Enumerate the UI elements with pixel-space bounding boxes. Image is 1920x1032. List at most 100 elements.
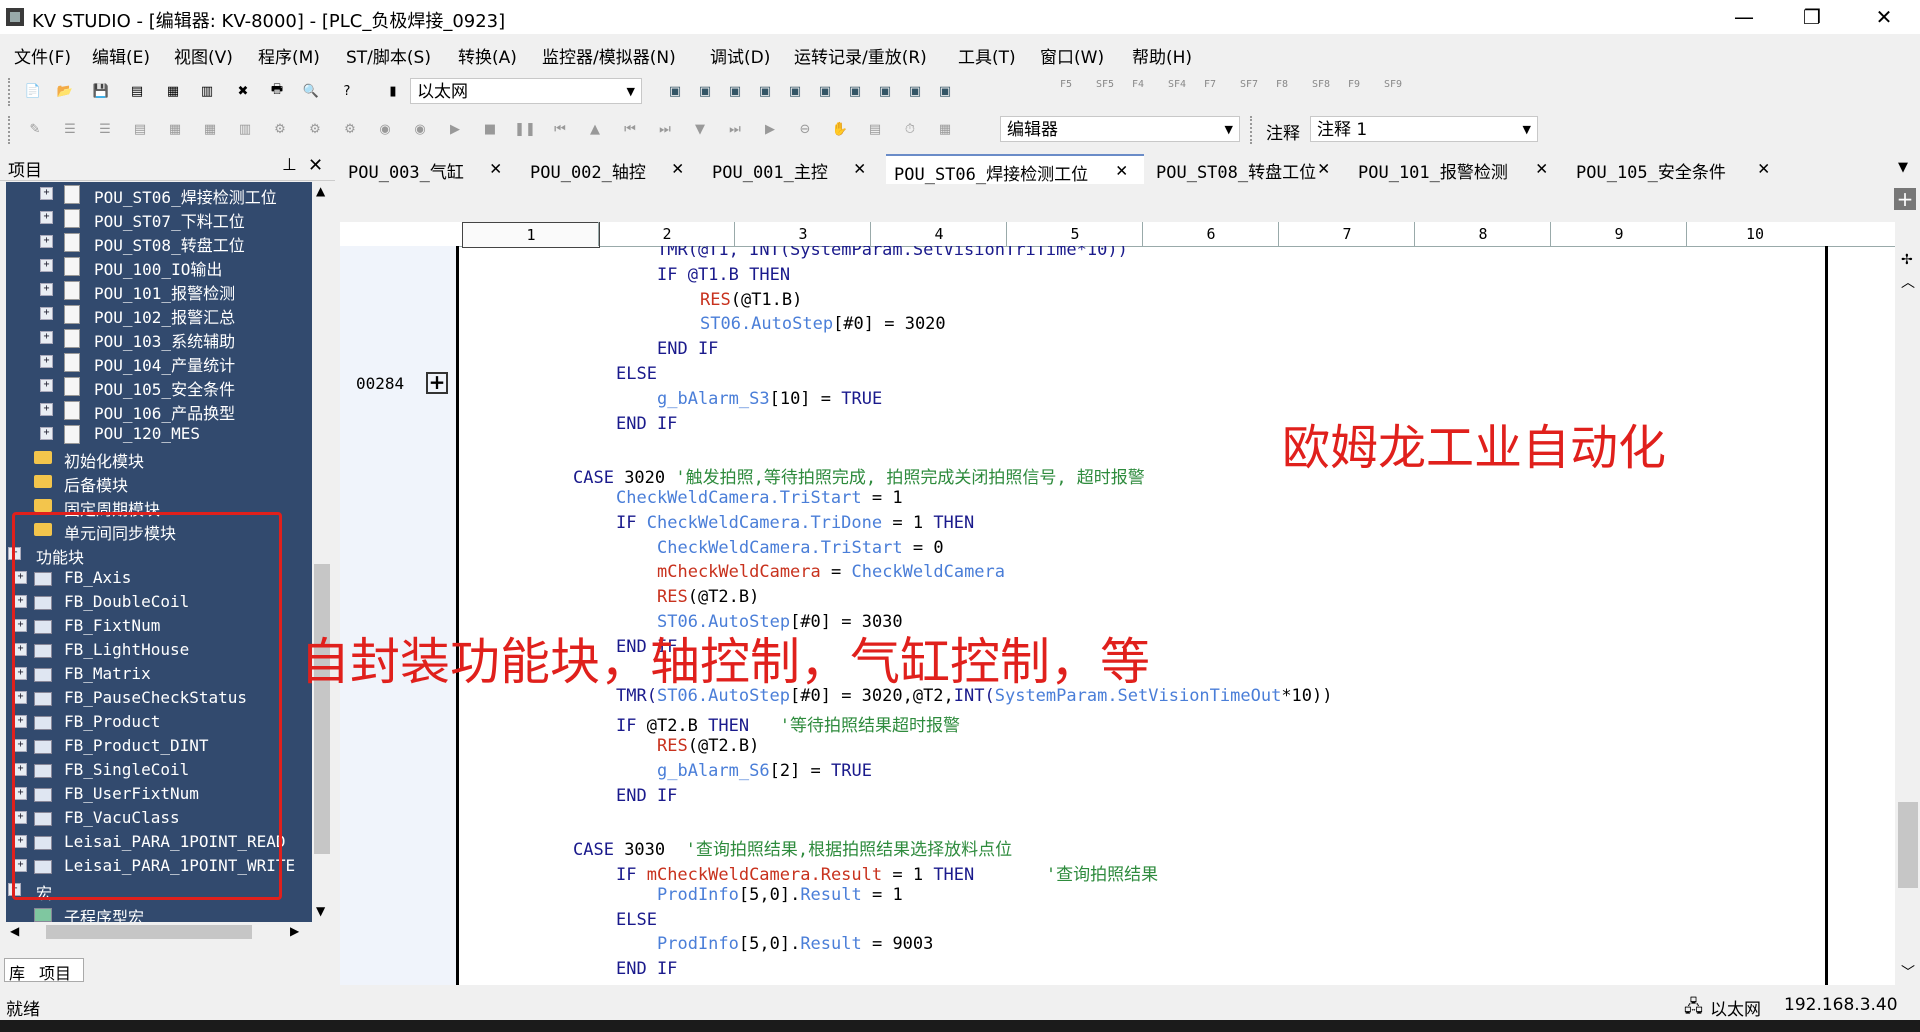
toolbar-tool-icon[interactable]: ☰ bbox=[94, 118, 116, 140]
tree-item[interactable]: + POU_102_报警汇总 bbox=[6, 302, 312, 327]
expand-icon[interactable]: + bbox=[40, 307, 53, 320]
toolbar-tool-icon[interactable]: ▶ bbox=[444, 118, 466, 140]
function-key-button[interactable]: F8 bbox=[1276, 79, 1288, 90]
toolbar-tool-icon[interactable]: ▶ bbox=[759, 118, 781, 140]
code-line[interactable]: g_bAlarm_S6[2] = TRUE bbox=[657, 761, 872, 781]
scroll-right-icon[interactable]: ▶ bbox=[290, 924, 299, 938]
toolbar-tool-icon[interactable]: ▣ bbox=[904, 80, 926, 102]
tab-list-icon[interactable]: ▼ bbox=[1898, 160, 1908, 175]
toolbar-tool-icon[interactable]: ▣ bbox=[874, 80, 896, 102]
code-line[interactable]: CheckWeldCamera.TriStart = 0 bbox=[657, 538, 944, 558]
menu-item-4[interactable]: ST/脚本(S) bbox=[346, 43, 431, 68]
code-line[interactable]: g_bAlarm_S3[10] = TRUE bbox=[657, 389, 882, 409]
tab-6[interactable]: POU_105_安全条件 ✕ bbox=[1568, 154, 1786, 183]
st-code-editor[interactable]: 1 2 3 4 5 6 7 8 9 10 00284 + TMR(@T1, INT(SystemP… bbox=[340, 222, 1895, 985]
toolbar-tool-icon[interactable]: 💾 bbox=[90, 80, 112, 102]
menu-item-9[interactable]: 工具(T) bbox=[958, 43, 1016, 68]
tree-item[interactable]: + POU_103_系统辅助 bbox=[6, 326, 312, 351]
comment-select[interactable]: 注释 1 ▼ bbox=[1310, 116, 1538, 142]
function-key-button[interactable]: F4 bbox=[1132, 79, 1144, 90]
code-line[interactable]: IF @T1.B THEN bbox=[657, 265, 790, 285]
function-key-button[interactable]: SF9 bbox=[1384, 79, 1402, 90]
toolbar-tool-icon[interactable]: ? bbox=[336, 80, 358, 102]
close-icon[interactable]: ✕ bbox=[490, 157, 501, 179]
code-line[interactable]: IF CheckWeldCamera.TriDone = 1 THEN bbox=[616, 513, 974, 533]
expand-icon[interactable]: + bbox=[40, 235, 53, 248]
expand-icon[interactable]: + bbox=[40, 427, 53, 440]
tree-item[interactable]: + POU_ST06_焊接检测工位 bbox=[6, 182, 312, 207]
tab-0[interactable]: POU_003_气缸 ✕ bbox=[340, 154, 518, 183]
toolbar-tool-icon[interactable]: ⏭ bbox=[724, 118, 746, 140]
toolbar-tool-icon[interactable]: ▤ bbox=[126, 80, 148, 102]
toolbar-tool-icon[interactable]: ▦ bbox=[164, 118, 186, 140]
panel-close-button[interactable]: ✕ bbox=[308, 155, 323, 176]
tree-item[interactable]: + POU_104_产量统计 bbox=[6, 350, 312, 375]
function-key-button[interactable]: F7 bbox=[1204, 79, 1216, 90]
toolbar-tool-icon[interactable]: ▣ bbox=[844, 80, 866, 102]
scroll-thumb[interactable] bbox=[1898, 802, 1918, 888]
close-button[interactable]: ✕ bbox=[1856, 0, 1912, 34]
toolbar-tool-icon[interactable]: ▥ bbox=[234, 118, 256, 140]
toolbar-tool-icon[interactable]: ▣ bbox=[694, 80, 716, 102]
editor-vertical-scrollbar[interactable]: ✢ ︿ ﹀ bbox=[1895, 222, 1920, 985]
restore-button[interactable]: ❐ bbox=[1784, 0, 1840, 34]
tab-3[interactable]: POU_ST06_焊接检测工位 ✕ bbox=[886, 154, 1144, 185]
tree-item[interactable]: + POU_100_IO输出 bbox=[6, 254, 312, 279]
tab-4[interactable]: POU_ST08_转盘工位 ✕ bbox=[1148, 154, 1346, 183]
expand-icon[interactable]: + bbox=[40, 403, 53, 416]
pin-icon[interactable]: ⊥ bbox=[282, 155, 297, 175]
tree-item[interactable]: + POU_101_报警检测 bbox=[6, 278, 312, 303]
tab-project[interactable]: 项目 bbox=[39, 960, 71, 984]
menu-item-10[interactable]: 窗口(W) bbox=[1040, 43, 1104, 68]
menu-item-7[interactable]: 调试(D) bbox=[710, 43, 770, 68]
function-key-button[interactable]: F5 bbox=[1060, 79, 1072, 90]
code-line[interactable]: ProdInfo[5,0].Result = 9003 bbox=[657, 934, 933, 954]
expand-icon[interactable]: + bbox=[40, 259, 53, 272]
toolbar-tool-icon[interactable]: ⏮ bbox=[549, 118, 571, 140]
toolbar-tool-icon[interactable]: 📂 bbox=[54, 80, 76, 102]
code-line[interactable]: IF mCheckWeldCamera.Result = 1 THEN '查询拍… bbox=[616, 860, 1158, 885]
code-line[interactable]: CASE 3020 '触发拍照,等待拍照完成, 拍照完成关闭拍照信号, 超时报警 bbox=[573, 463, 1145, 488]
menu-item-0[interactable]: 文件(F) bbox=[14, 43, 71, 68]
tree-item[interactable]: + POU_ST08_转盘工位 bbox=[6, 230, 312, 255]
code-line[interactable]: mCheckWeldCamera = CheckWeldCamera bbox=[657, 562, 1005, 582]
tab-library[interactable]: 库 bbox=[9, 960, 25, 984]
expand-icon[interactable]: + bbox=[40, 283, 53, 296]
mode-select[interactable]: 编辑器 ▼ bbox=[1000, 116, 1240, 142]
toolbar-tool-icon[interactable]: ▤ bbox=[129, 118, 151, 140]
function-key-button[interactable]: SF8 bbox=[1312, 79, 1330, 90]
scroll-up-icon[interactable]: ▲ bbox=[316, 184, 325, 198]
scroll-left-icon[interactable]: ◀ bbox=[10, 924, 19, 938]
toolbar-tool-icon[interactable]: ▲ bbox=[584, 118, 606, 140]
code-line[interactable]: RES(@T2.B) bbox=[657, 736, 759, 756]
close-icon[interactable]: ✕ bbox=[1758, 157, 1769, 179]
tree-item[interactable]: + POU_ST07_下料工位 bbox=[6, 206, 312, 231]
tree-item[interactable]: 初始化模块 bbox=[6, 446, 312, 471]
toolbar-tool-icon[interactable]: 📄 bbox=[22, 80, 44, 102]
expand-icon[interactable]: + bbox=[40, 331, 53, 344]
toolbar-tool-icon[interactable]: ◉ bbox=[374, 118, 396, 140]
code-line[interactable]: ELSE bbox=[616, 364, 657, 384]
code-line[interactable]: END IF bbox=[616, 959, 677, 979]
expand-icon[interactable]: + bbox=[40, 211, 53, 224]
code-line[interactable]: RES(@T1.B) bbox=[700, 290, 802, 310]
function-key-button[interactable]: SF4 bbox=[1168, 79, 1186, 90]
tree-item[interactable]: + POU_106_产品换型 bbox=[6, 398, 312, 423]
toolbar-tool-icon[interactable]: ▥ bbox=[196, 80, 218, 102]
menu-item-6[interactable]: 监控器/模拟器(N) bbox=[542, 43, 676, 68]
toolbar-tool-icon[interactable]: ✖ bbox=[232, 80, 254, 102]
code-line[interactable]: CheckWeldCamera.TriStart = 1 bbox=[616, 488, 903, 508]
toolbar-tool-icon[interactable]: ⏭ bbox=[654, 118, 676, 140]
close-icon[interactable]: ✕ bbox=[854, 157, 865, 179]
toolbar-tool-icon[interactable]: ▣ bbox=[754, 80, 776, 102]
toolbar-tool-icon[interactable]: ▣ bbox=[934, 80, 956, 102]
close-icon[interactable]: ✕ bbox=[1116, 159, 1127, 181]
scroll-thumb[interactable] bbox=[46, 925, 252, 939]
toolbar-tool-icon[interactable]: ▣ bbox=[784, 80, 806, 102]
code-line[interactable]: END IF bbox=[616, 414, 677, 434]
function-key-button[interactable]: SF7 bbox=[1240, 79, 1258, 90]
code-line[interactable]: TMR(@T1, INT(SystemParam.SetVisionTriTim… bbox=[657, 246, 1128, 260]
tab-2[interactable]: POU_001_主控 ✕ bbox=[704, 154, 882, 183]
expand-icon[interactable]: + bbox=[40, 379, 53, 392]
expand-icon[interactable]: + bbox=[40, 355, 53, 368]
